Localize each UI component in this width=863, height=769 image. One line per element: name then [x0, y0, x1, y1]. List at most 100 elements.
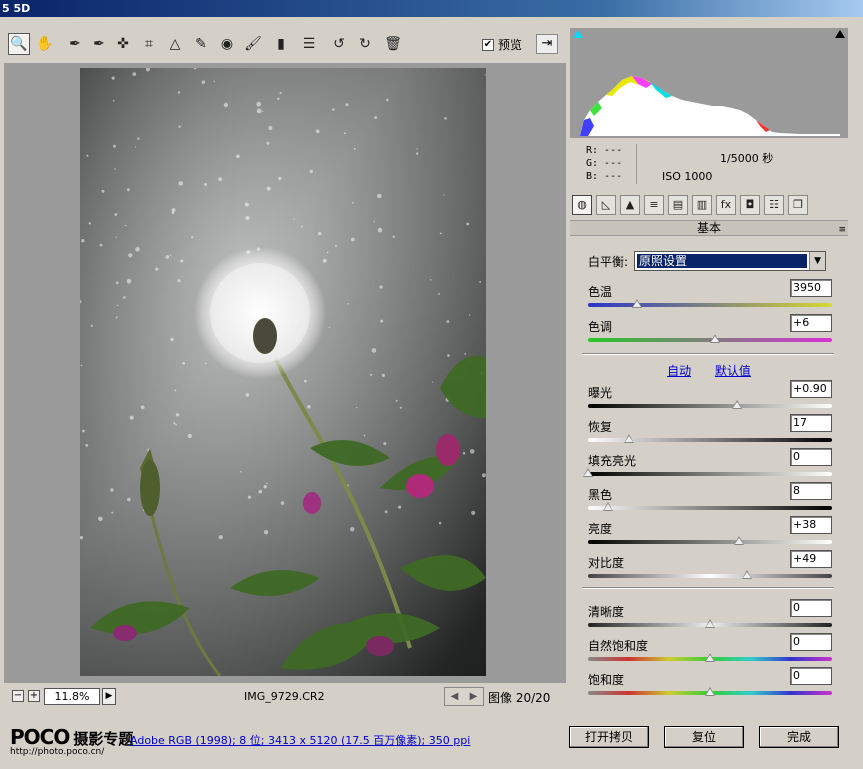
- slider-value-input[interactable]: 17: [790, 414, 832, 432]
- panel-scrollbar[interactable]: [849, 28, 861, 708]
- slider-label: 色调: [588, 320, 613, 334]
- slider-thumb[interactable]: [583, 468, 593, 477]
- straighten-icon[interactable]: △: [164, 33, 186, 55]
- slider-thumb[interactable]: [705, 687, 715, 696]
- open-copy-button[interactable]: 打开拷贝: [569, 726, 649, 748]
- presets-tab-icon[interactable]: ☷: [764, 195, 784, 215]
- prev-image-icon[interactable]: ◀: [451, 691, 459, 702]
- white-balance-select[interactable]: 原照设置 ▼: [634, 251, 827, 271]
- shadow-clipping-icon[interactable]: [573, 30, 583, 38]
- crop-icon[interactable]: ⌗: [138, 33, 160, 55]
- image-navigation: ◀ ▶: [444, 687, 484, 706]
- zoom-out-button[interactable]: −: [12, 690, 24, 702]
- trash-icon[interactable]: 🗑: [382, 33, 404, 55]
- sparkle: [190, 236, 194, 239]
- red-eye-icon[interactable]: ◉: [216, 33, 238, 55]
- slider-thumb[interactable]: [705, 619, 715, 628]
- next-image-icon[interactable]: ▶: [470, 691, 478, 702]
- slider-thumb[interactable]: [709, 334, 720, 343]
- chevron-down-icon[interactable]: ▼: [809, 252, 826, 270]
- slider-track[interactable]: [588, 506, 832, 510]
- split-tone-tab-icon[interactable]: ▤: [668, 195, 688, 215]
- preferences-icon[interactable]: ☰: [298, 33, 320, 55]
- sparkle: [383, 442, 387, 446]
- hsl-tab-icon[interactable]: ≡: [644, 195, 664, 215]
- sparkle: [180, 259, 184, 263]
- sparkle: [218, 535, 223, 540]
- done-button[interactable]: 完成: [759, 726, 839, 748]
- slider-value-input[interactable]: +49: [790, 550, 832, 568]
- slider-value-input[interactable]: 3950: [790, 279, 832, 297]
- sparkle: [165, 255, 170, 259]
- sparkle: [263, 530, 269, 535]
- sparkle: [111, 511, 114, 514]
- rotate-left-icon[interactable]: ↺: [328, 33, 350, 55]
- export-button[interactable]: ⇥: [536, 34, 558, 54]
- preview-toggle[interactable]: ✔ 预览: [482, 36, 522, 53]
- sparkle: [415, 152, 419, 155]
- zoom-menu-button[interactable]: ▶: [102, 688, 116, 705]
- slider-value-input[interactable]: 0: [790, 599, 832, 617]
- zoom-icon[interactable]: 🔍: [8, 33, 30, 55]
- workflow-options-link[interactable]: Adobe RGB (1998); 8 位; 3413 x 5120 (17.5…: [130, 732, 470, 748]
- effects-tab-icon[interactable]: fx: [716, 195, 736, 215]
- slider-track[interactable]: [588, 574, 832, 578]
- zoom-level[interactable]: 11.8%: [44, 688, 100, 705]
- slider-value-input[interactable]: 0: [790, 448, 832, 466]
- sparkle: [439, 232, 442, 235]
- sparkle: [86, 154, 89, 157]
- photo-preview: [80, 68, 486, 676]
- slider-value-input[interactable]: +38: [790, 516, 832, 534]
- slider-thumb[interactable]: [602, 502, 613, 511]
- color-sampler-icon[interactable]: ✒: [88, 33, 110, 55]
- slider-value-input[interactable]: +0.90: [790, 380, 832, 398]
- slider-track[interactable]: [588, 303, 832, 307]
- highlight-clipping-icon[interactable]: [835, 30, 845, 38]
- zoom-in-button[interactable]: +: [28, 690, 40, 702]
- sparkle: [127, 497, 131, 502]
- default-link[interactable]: 默认值: [715, 364, 751, 378]
- adjustment-brush-icon[interactable]: 🖌: [242, 33, 264, 55]
- basic-tab-icon[interactable]: ◍: [572, 195, 592, 215]
- slider-track[interactable]: [588, 472, 832, 476]
- panel-menu-icon[interactable]: ≡: [838, 223, 846, 237]
- slider-thumb[interactable]: [631, 299, 642, 308]
- sparkle: [245, 215, 250, 221]
- sparkle: [177, 279, 181, 283]
- iso-value: ISO 1000: [662, 170, 713, 183]
- target-adjust-icon[interactable]: ✜: [112, 33, 134, 55]
- slider-thumb[interactable]: [624, 434, 635, 443]
- slider-thumb[interactable]: [705, 653, 715, 662]
- slider-value-input[interactable]: 8: [790, 482, 832, 500]
- slider-value-input[interactable]: +6: [790, 314, 832, 332]
- spot-removal-icon[interactable]: ✎: [190, 33, 212, 55]
- sparkle: [155, 267, 159, 271]
- slider-track[interactable]: [588, 540, 832, 544]
- slider-thumb[interactable]: [734, 536, 745, 545]
- graduated-filter-icon[interactable]: ▮: [270, 33, 292, 55]
- preview-canvas[interactable]: [4, 63, 566, 683]
- sparkle: [99, 243, 103, 247]
- auto-link[interactable]: 自动: [667, 364, 691, 378]
- slider-value-input[interactable]: 0: [790, 633, 832, 651]
- sparkle: [469, 449, 475, 454]
- tone-curve-tab-icon[interactable]: ◺: [596, 195, 616, 215]
- white-balance-row: 白平衡: 原照设置 ▼: [588, 251, 833, 271]
- hand-icon[interactable]: ✋: [34, 33, 56, 55]
- reset-button[interactable]: 复位: [664, 726, 744, 748]
- sparkle: [332, 108, 335, 111]
- sparkle: [481, 473, 486, 478]
- preview-checkbox[interactable]: ✔: [482, 38, 494, 51]
- slider-value-input[interactable]: 0: [790, 667, 832, 685]
- slider-label: 恢复: [588, 420, 613, 434]
- lens-tab-icon[interactable]: ▥: [692, 195, 712, 215]
- detail-tab-icon[interactable]: ▲: [620, 195, 640, 215]
- camera-calibration-tab-icon[interactable]: ◘: [740, 195, 760, 215]
- sparkle: [88, 222, 91, 225]
- rotate-right-icon[interactable]: ↻: [354, 33, 376, 55]
- slider-thumb[interactable]: [731, 400, 742, 409]
- white-balance-icon[interactable]: ✒: [64, 33, 86, 55]
- snapshots-tab-icon[interactable]: ❐: [788, 195, 808, 215]
- slider-track[interactable]: [588, 404, 832, 408]
- slider-thumb[interactable]: [741, 570, 752, 579]
